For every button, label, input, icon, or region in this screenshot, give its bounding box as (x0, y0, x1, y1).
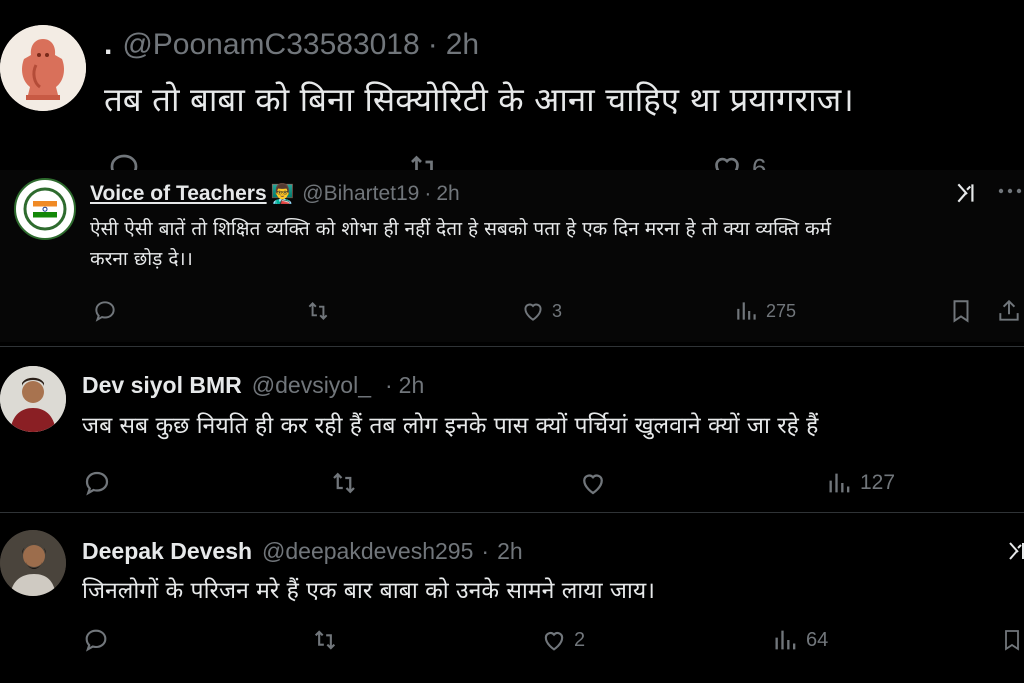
avatar-voice-of-teachers[interactable] (14, 178, 76, 240)
person-avatar-image (0, 530, 66, 596)
like-count: 6 (752, 152, 767, 171)
tweet-text-line-2: करना छोड़ दे।। (90, 248, 193, 270)
like-icon (544, 632, 564, 651)
bookmark-button[interactable] (1000, 626, 1024, 654)
tweet-header: Deepak Devesh @deepakdevesh295 · 2h (82, 538, 523, 565)
avatar-deepak-devesh[interactable] (0, 530, 66, 596)
tweet-text: तब तो बाबा को बिना सिक्योरिटी के आना चाह… (104, 80, 854, 119)
tweet-dev-siyol[interactable]: Dev siyol BMR @devsiyol_ · 2h जब सब कुछ … (0, 352, 1024, 510)
retweet-button[interactable] (404, 150, 444, 170)
timestamp[interactable]: 2h (497, 538, 523, 565)
tweet-header: . @PoonamC33583018 · 2h (104, 28, 479, 62)
bookmark-icon (953, 300, 969, 323)
views-icon (829, 473, 850, 493)
tweet-header: Voice of Teachers 👨‍🏫 @Bihartet19 · 2h (90, 182, 460, 206)
avatar-dev-siyol[interactable] (0, 366, 66, 432)
retweet-icon (333, 472, 355, 494)
reply-icon (85, 629, 107, 652)
share-icon (999, 299, 1019, 321)
ganesha-avatar-image (0, 25, 86, 111)
display-name[interactable]: Voice of Teachers (90, 182, 267, 206)
like-button[interactable]: 3 (520, 298, 562, 324)
grok-button[interactable] (1006, 538, 1024, 569)
views-button[interactable]: 127 (826, 468, 895, 498)
separator-dot: · (424, 182, 432, 205)
like-icon (583, 474, 603, 495)
reply-button[interactable] (82, 468, 112, 498)
grok-icon (957, 183, 974, 203)
tweet-text: ऐसी ऐसी बातें तो शिक्षित व्यक्ति को शोभा… (90, 214, 831, 274)
retweet-icon (411, 155, 433, 170)
like-count: 3 (552, 300, 563, 321)
display-name[interactable]: Deepak Devesh (82, 538, 252, 565)
timestamp[interactable]: 2h (446, 28, 479, 62)
tweet-text: जिनलोगों के परिजन मरे हैं एक बार बाबा को… (82, 578, 655, 604)
tweet-header: Dev siyol BMR @devsiyol_ · 2h (82, 372, 424, 399)
reply-button[interactable] (106, 150, 142, 170)
reply-button[interactable] (92, 298, 118, 324)
retweet-icon (308, 302, 328, 320)
more-button[interactable] (996, 176, 1024, 213)
share-button[interactable] (996, 298, 1022, 324)
views-button[interactable]: 64 (772, 626, 828, 654)
teachers-logo-image (17, 181, 73, 237)
reply-button[interactable] (82, 626, 110, 654)
avatar-poonam[interactable] (0, 25, 86, 111)
like-icon (524, 303, 542, 321)
divider (0, 512, 1024, 513)
grok-button[interactable] (954, 180, 980, 213)
bookmark-icon (1005, 630, 1019, 651)
user-handle[interactable]: @devsiyol_ (252, 372, 371, 399)
view-count: 127 (860, 471, 896, 494)
views-icon (775, 630, 796, 650)
view-count: 64 (806, 628, 829, 651)
tweet-text: जब सब कुछ नियति ही कर रही हैं तब लोग इनक… (82, 413, 819, 439)
user-handle[interactable]: @deepakdevesh295 (262, 538, 473, 565)
reply-icon (85, 471, 109, 496)
more-icon (998, 188, 1022, 194)
separator-dot: · (481, 538, 490, 564)
retweet-button[interactable] (304, 298, 332, 324)
reply-icon (95, 301, 115, 322)
emoji-badge: 👨‍🏫 (270, 184, 295, 205)
user-handle[interactable]: @Bihartet19 (302, 182, 419, 206)
display-name[interactable]: Dev siyol BMR (82, 372, 242, 399)
timestamp[interactable]: 2h (436, 182, 459, 206)
retweet-button[interactable] (310, 626, 340, 654)
tweet-deepak-devesh[interactable]: Deepak Devesh @deepakdevesh295 · 2h जिनल… (0, 518, 1024, 683)
timestamp[interactable]: 2h (399, 372, 425, 399)
tweet-voice-of-teachers[interactable]: Voice of Teachers 👨‍🏫 @Bihartet19 · 2h ऐ… (0, 170, 1024, 342)
like-button[interactable] (578, 468, 608, 498)
tweet-text-line-1: ऐसी ऐसी बातें तो शिक्षित व्यक्ति को शोभा… (90, 218, 832, 240)
views-button[interactable]: 275 (734, 298, 796, 324)
like-button[interactable]: 6 (708, 150, 766, 170)
separator-dot: · (385, 372, 393, 398)
retweet-icon (314, 630, 336, 650)
user-handle[interactable]: @PoonamC33583018 (122, 28, 419, 62)
reply-icon (110, 154, 138, 170)
grok-icon (1009, 542, 1024, 560)
person-avatar-image (0, 366, 66, 432)
view-count: 275 (766, 300, 797, 321)
views-icon (737, 302, 756, 320)
like-icon (715, 157, 739, 170)
retweet-button[interactable] (328, 468, 360, 498)
like-count: 2 (574, 628, 586, 651)
divider (0, 346, 1024, 347)
separator-dot: · (427, 28, 438, 61)
name-prefix[interactable]: . (104, 28, 112, 62)
like-button[interactable]: 2 (540, 626, 585, 654)
bookmark-button[interactable] (948, 298, 974, 324)
tweet-poonam[interactable]: . @PoonamC33583018 · 2h तब तो बाबा को बि… (0, 0, 1024, 170)
